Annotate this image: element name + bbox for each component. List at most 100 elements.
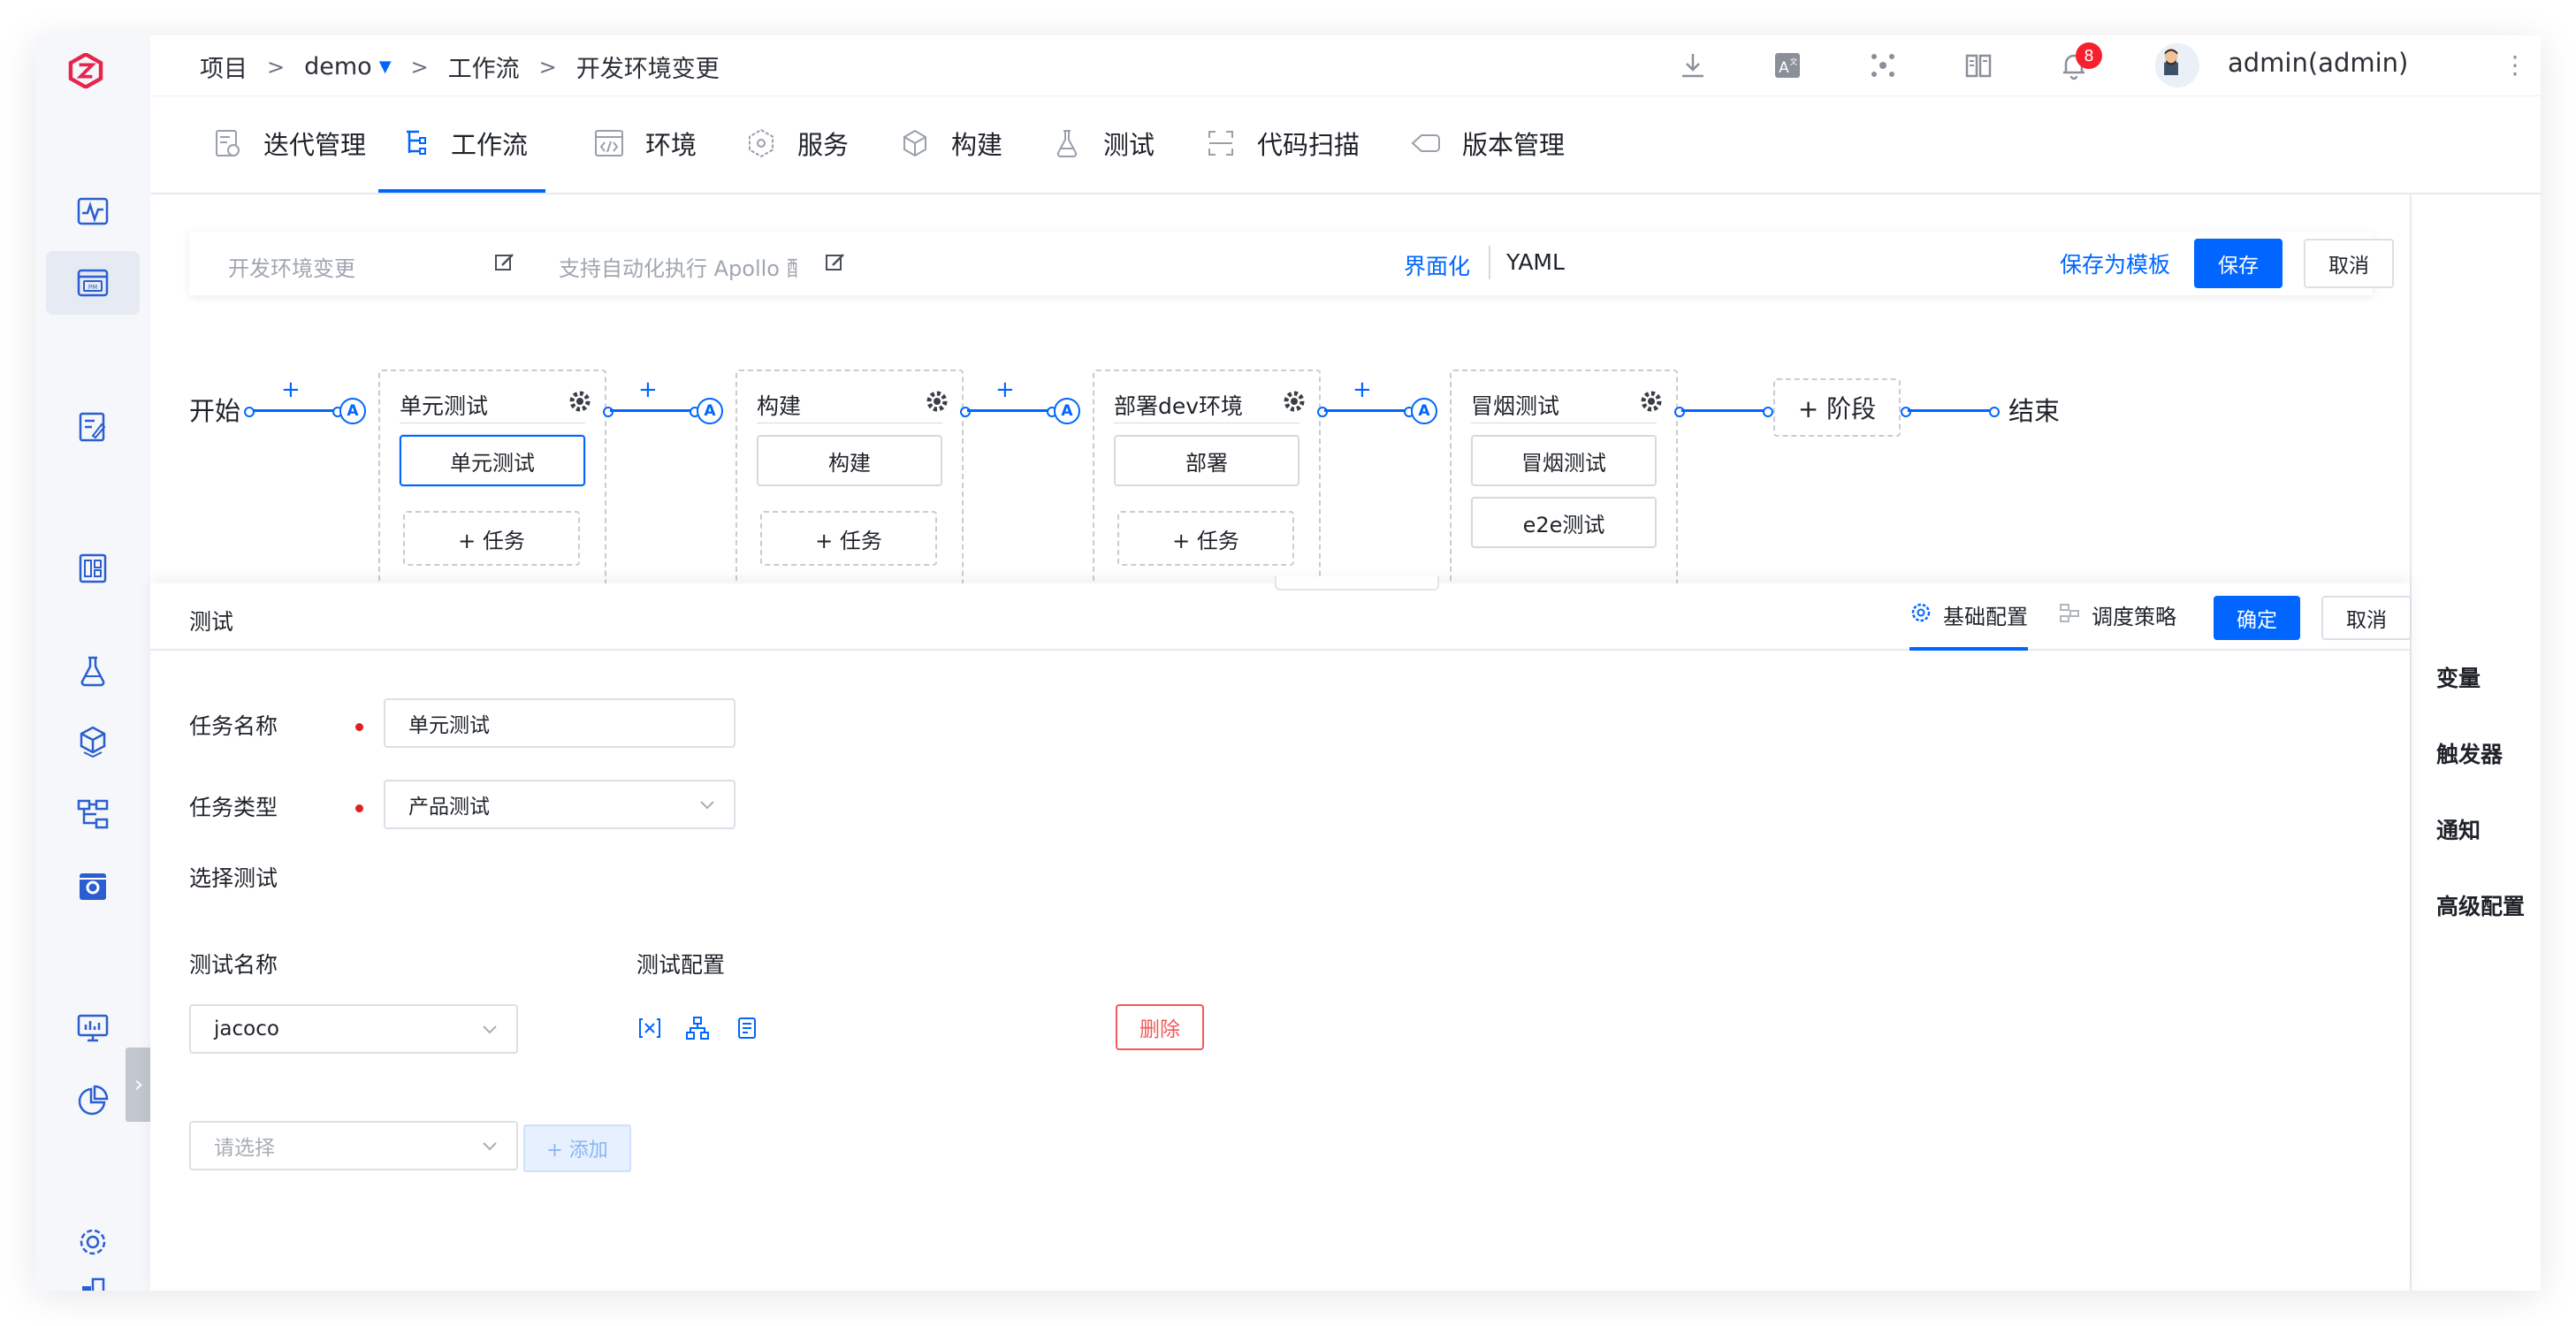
connector-dot: [1989, 407, 2000, 417]
stage-card[interactable]: 冒烟测试 冒烟测试 e2e测试: [1450, 370, 1678, 619]
report-icon[interactable]: [67, 543, 118, 594]
edit-description-icon[interactable]: [824, 251, 847, 274]
auto-run-icon[interactable]: A: [697, 398, 723, 424]
flask-icon[interactable]: [67, 645, 118, 697]
save-as-template-button[interactable]: 保存为模板: [2060, 248, 2170, 279]
tab-version[interactable]: 版本管理: [1409, 95, 1565, 191]
top-bar: 项目 > demo ▼ > 工作流 > 开发环境变更 A文 8 admin(ad…: [150, 35, 2541, 96]
tab-test[interactable]: 测试: [1050, 95, 1155, 191]
add-stage-plus-icon[interactable]: +: [1353, 377, 1372, 403]
stage-settings-gear-icon[interactable]: [925, 389, 949, 414]
add-test-button[interactable]: + 添加: [523, 1124, 631, 1172]
auto-run-icon[interactable]: A: [339, 398, 366, 424]
plugins-icon[interactable]: [1865, 48, 1901, 83]
topology-icon[interactable]: [684, 1015, 711, 1041]
tab-basic-config[interactable]: 基础配置: [1909, 599, 2028, 651]
docs-book-icon[interactable]: [1961, 48, 1996, 83]
job-card[interactable]: 单元测试: [400, 435, 585, 486]
system-settings-icon[interactable]: [67, 1216, 118, 1268]
package-icon[interactable]: [67, 716, 118, 767]
svg-text:文: 文: [1789, 57, 1797, 67]
notification-bell-icon[interactable]: 8: [2056, 42, 2102, 83]
stage-settings-gear-icon[interactable]: [1282, 389, 1307, 414]
tab-iteration[interactable]: 迭代管理: [210, 95, 366, 191]
chevron-down-icon: [700, 801, 714, 810]
connector-line: [253, 409, 341, 412]
left-rail: PM ›: [35, 35, 152, 1291]
job-card[interactable]: 构建: [757, 435, 942, 486]
tab-schedule-strategy[interactable]: 调度策略: [2058, 599, 2176, 649]
mode-visual-tab[interactable]: 界面化: [1404, 249, 1470, 281]
language-icon[interactable]: A文: [1770, 48, 1805, 83]
edit-name-icon[interactable]: [493, 251, 516, 274]
task-name-input[interactable]: 单元测试: [384, 698, 735, 748]
workflow-description-input[interactable]: 支持自动化执行 Apollo 配: [559, 251, 797, 282]
cancel-button[interactable]: 取消: [2304, 239, 2394, 288]
connector-dot: [244, 407, 255, 417]
stage-settings-gear-icon[interactable]: [568, 389, 592, 414]
service-icon: [749, 128, 774, 158]
add-stage-plus-icon[interactable]: +: [638, 377, 658, 403]
mode-yaml-tab[interactable]: YAML: [1506, 249, 1565, 275]
variable-config-icon[interactable]: [636, 1015, 663, 1041]
tab-code-scan[interactable]: 代码扫描: [1204, 95, 1360, 191]
tab-build[interactable]: 构建: [898, 95, 1002, 191]
job-card[interactable]: 部署: [1114, 435, 1299, 486]
version-icon: [1411, 134, 1440, 152]
report-config-icon[interactable]: [734, 1015, 760, 1041]
add-task-button[interactable]: + 任务: [1117, 511, 1294, 566]
document-edit-icon[interactable]: [67, 401, 118, 453]
stage-card[interactable]: 构建 构建 + 任务: [735, 370, 964, 619]
workflow-side-panel: 变量 触发器 通知 高级配置: [2410, 194, 2541, 1291]
user-name[interactable]: admin(admin): [2228, 48, 2408, 78]
project-management-icon[interactable]: PM: [46, 251, 140, 315]
delete-test-button[interactable]: 删除: [1116, 1004, 1204, 1050]
job-config-panel: 测试 基础配置 调度策略 确定 取消 任务名称 单元测试 任务类型 产品测试 选…: [150, 576, 2412, 1291]
connector-line: [967, 409, 1056, 412]
tab-label: 工作流: [451, 130, 529, 160]
side-item-advanced[interactable]: 高级配置: [2436, 889, 2525, 921]
hierarchy-icon[interactable]: [67, 789, 118, 840]
settings-box-icon[interactable]: [67, 861, 118, 912]
add-stage-button[interactable]: + 阶段: [1773, 378, 1901, 437]
tab-label: 版本管理: [1462, 130, 1566, 160]
side-item-variables[interactable]: 变量: [2436, 661, 2481, 693]
more-vertical-icon[interactable]: ⋮: [2497, 48, 2533, 83]
zadig-logo-icon[interactable]: [68, 51, 116, 101]
monitor-pulse-icon[interactable]: [67, 186, 118, 237]
pie-chart-icon[interactable]: [67, 1075, 118, 1126]
tab-environment[interactable]: 环境: [592, 95, 697, 191]
avatar[interactable]: [2155, 43, 2199, 88]
dashboard-icon[interactable]: [67, 1002, 118, 1054]
add-stage-plus-icon[interactable]: +: [995, 377, 1015, 403]
add-task-button[interactable]: + 任务: [760, 511, 937, 566]
auto-run-icon[interactable]: A: [1411, 398, 1437, 424]
workflow-editor-header: 开发环境变更 支持自动化执行 Apollo 配 界面化 YAML 保存为模板 保…: [189, 232, 2394, 295]
connector-dot: [1901, 407, 1911, 417]
add-task-button[interactable]: + 任务: [403, 511, 580, 566]
task-type-select[interactable]: 产品测试: [384, 780, 735, 829]
add-test-select[interactable]: 请选择: [189, 1121, 518, 1170]
job-card[interactable]: e2e测试: [1471, 497, 1657, 548]
auto-run-icon[interactable]: A: [1054, 398, 1080, 424]
stage-card[interactable]: 单元测试 单元测试 + 任务: [378, 370, 606, 619]
side-item-triggers[interactable]: 触发器: [2436, 737, 2503, 769]
tab-label: 服务: [797, 130, 850, 160]
confirm-button[interactable]: 确定: [2214, 596, 2300, 640]
tab-label: 代码扫描: [1257, 130, 1360, 160]
required-marker: [355, 804, 363, 812]
stage-settings-gear-icon[interactable]: [1639, 389, 1664, 414]
job-card[interactable]: 冒烟测试: [1471, 435, 1657, 486]
rail-expand-chevron-icon[interactable]: ›: [126, 1048, 152, 1122]
building-icon[interactable]: [67, 1268, 118, 1291]
download-icon[interactable]: [1675, 48, 1711, 83]
workflow-name-input[interactable]: 开发环境变更: [228, 251, 458, 282]
chevron-down-icon: [483, 1025, 497, 1034]
add-stage-plus-icon[interactable]: +: [281, 377, 301, 403]
tab-workflow[interactable]: 工作流: [378, 95, 546, 193]
save-button[interactable]: 保存: [2194, 239, 2283, 288]
panel-cancel-button[interactable]: 取消: [2321, 596, 2412, 640]
tab-service[interactable]: 服务: [744, 95, 849, 191]
test-name-select[interactable]: jacoco: [189, 1004, 518, 1054]
side-item-notifications[interactable]: 通知: [2436, 813, 2481, 845]
